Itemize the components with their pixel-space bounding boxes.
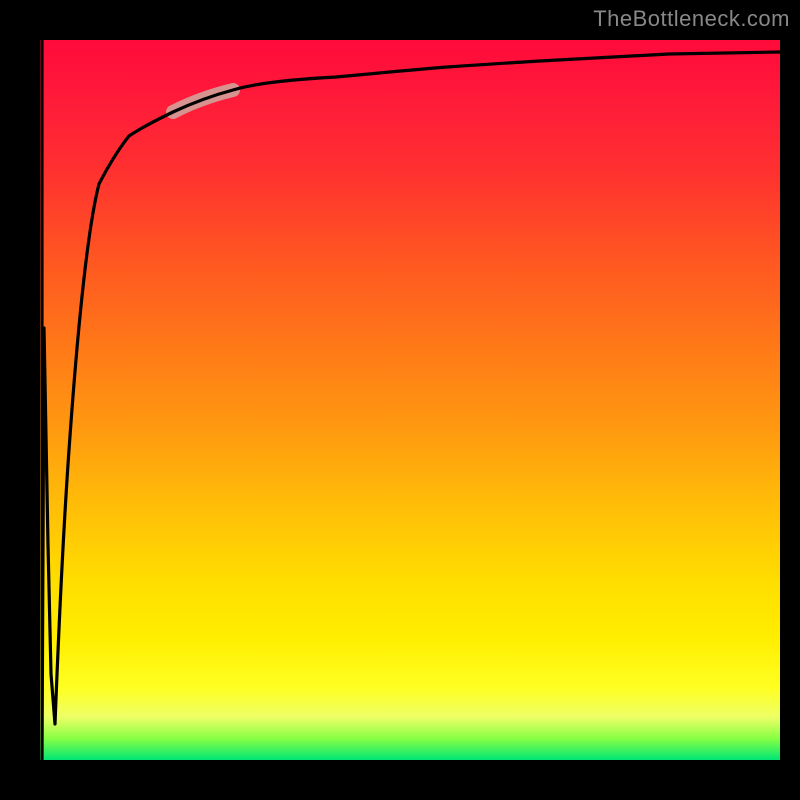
plot-area — [40, 40, 780, 760]
attribution-text: TheBottleneck.com — [593, 6, 790, 32]
